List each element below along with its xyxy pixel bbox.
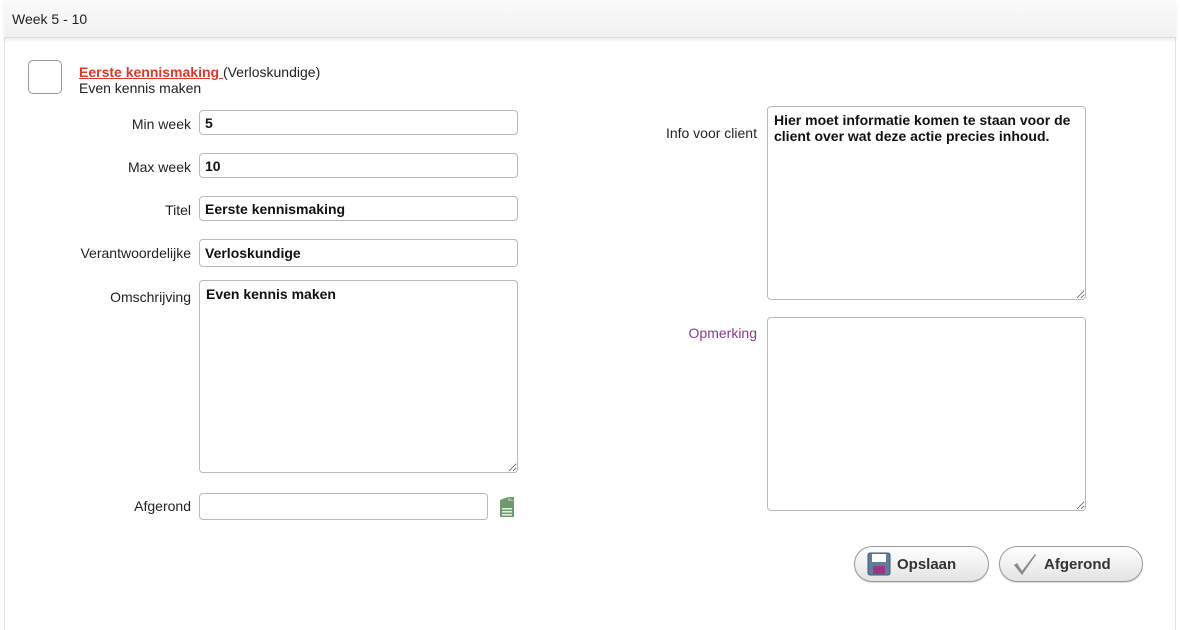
omschrijving-textarea[interactable]: Even kennis maken (199, 280, 518, 473)
opmerking-textarea[interactable] (767, 317, 1086, 511)
max-week-label: Max week (127, 159, 191, 175)
checkmark-icon (1014, 554, 1036, 575)
item-title-link[interactable]: Eerste kennismaking (79, 64, 223, 80)
save-button[interactable]: Opslaan (854, 546, 989, 582)
complete-button-label: Afgerond (1044, 555, 1111, 573)
info-voor-client-label: Info voor client (665, 125, 757, 141)
opmerking-label: Opmerking (688, 325, 757, 341)
calendar-icon[interactable] (499, 496, 515, 518)
complete-button[interactable]: Afgerond (999, 546, 1143, 582)
titel-label: Titel (165, 202, 191, 218)
verantwoordelijke-input[interactable] (199, 239, 518, 267)
verantwoordelijke-label: Verantwoordelijke (80, 245, 191, 261)
item-role: (Verloskundige) (222, 64, 321, 80)
min-week-input[interactable] (199, 110, 518, 135)
max-week-input[interactable] (199, 153, 518, 178)
floppy-disk-icon (867, 552, 891, 576)
afgerond-date-input[interactable] (199, 493, 488, 520)
item-checkbox[interactable] (28, 60, 62, 94)
min-week-label: Min week (131, 116, 191, 132)
header-title: Week 5 - 10 (12, 11, 88, 27)
titel-input[interactable] (199, 196, 518, 221)
info-voor-client-textarea[interactable]: Hier moet informatie komen te staan voor… (767, 106, 1086, 300)
omschrijving-label: Omschrijving (110, 289, 191, 305)
item-subtitle: Even kennis maken (79, 80, 202, 96)
item-title: Eerste kennismaking (Verloskundige) (79, 64, 320, 80)
panel-header: Week 5 - 10 (4, 0, 1176, 38)
save-button-label: Opslaan (897, 555, 957, 573)
afgerond-label: Afgerond (134, 498, 191, 514)
